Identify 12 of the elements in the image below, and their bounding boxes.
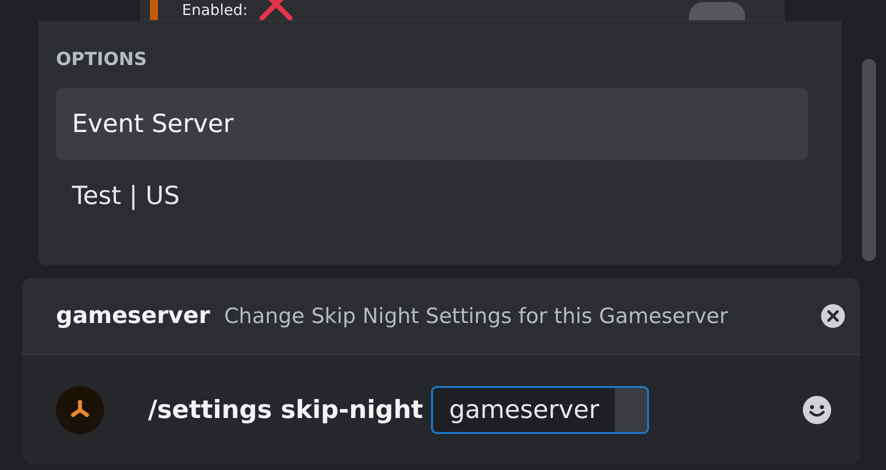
app-avatar-icon xyxy=(56,386,104,434)
option-item[interactable]: Event Server xyxy=(56,88,808,160)
message-text: Enabled: xyxy=(182,1,248,19)
accent-bar xyxy=(150,0,158,20)
close-icon[interactable] xyxy=(820,303,846,329)
option-name: gameserver xyxy=(56,303,210,329)
command-text: /settings skip-night xyxy=(148,395,424,424)
option-description: Change Skip Night Settings for this Gameserver xyxy=(224,304,728,328)
scrollbar[interactable] xyxy=(862,59,876,261)
option-input-field[interactable]: gameserver xyxy=(431,386,650,434)
options-heading: OPTIONS xyxy=(56,49,148,70)
option-item[interactable]: Test | US xyxy=(56,160,808,232)
